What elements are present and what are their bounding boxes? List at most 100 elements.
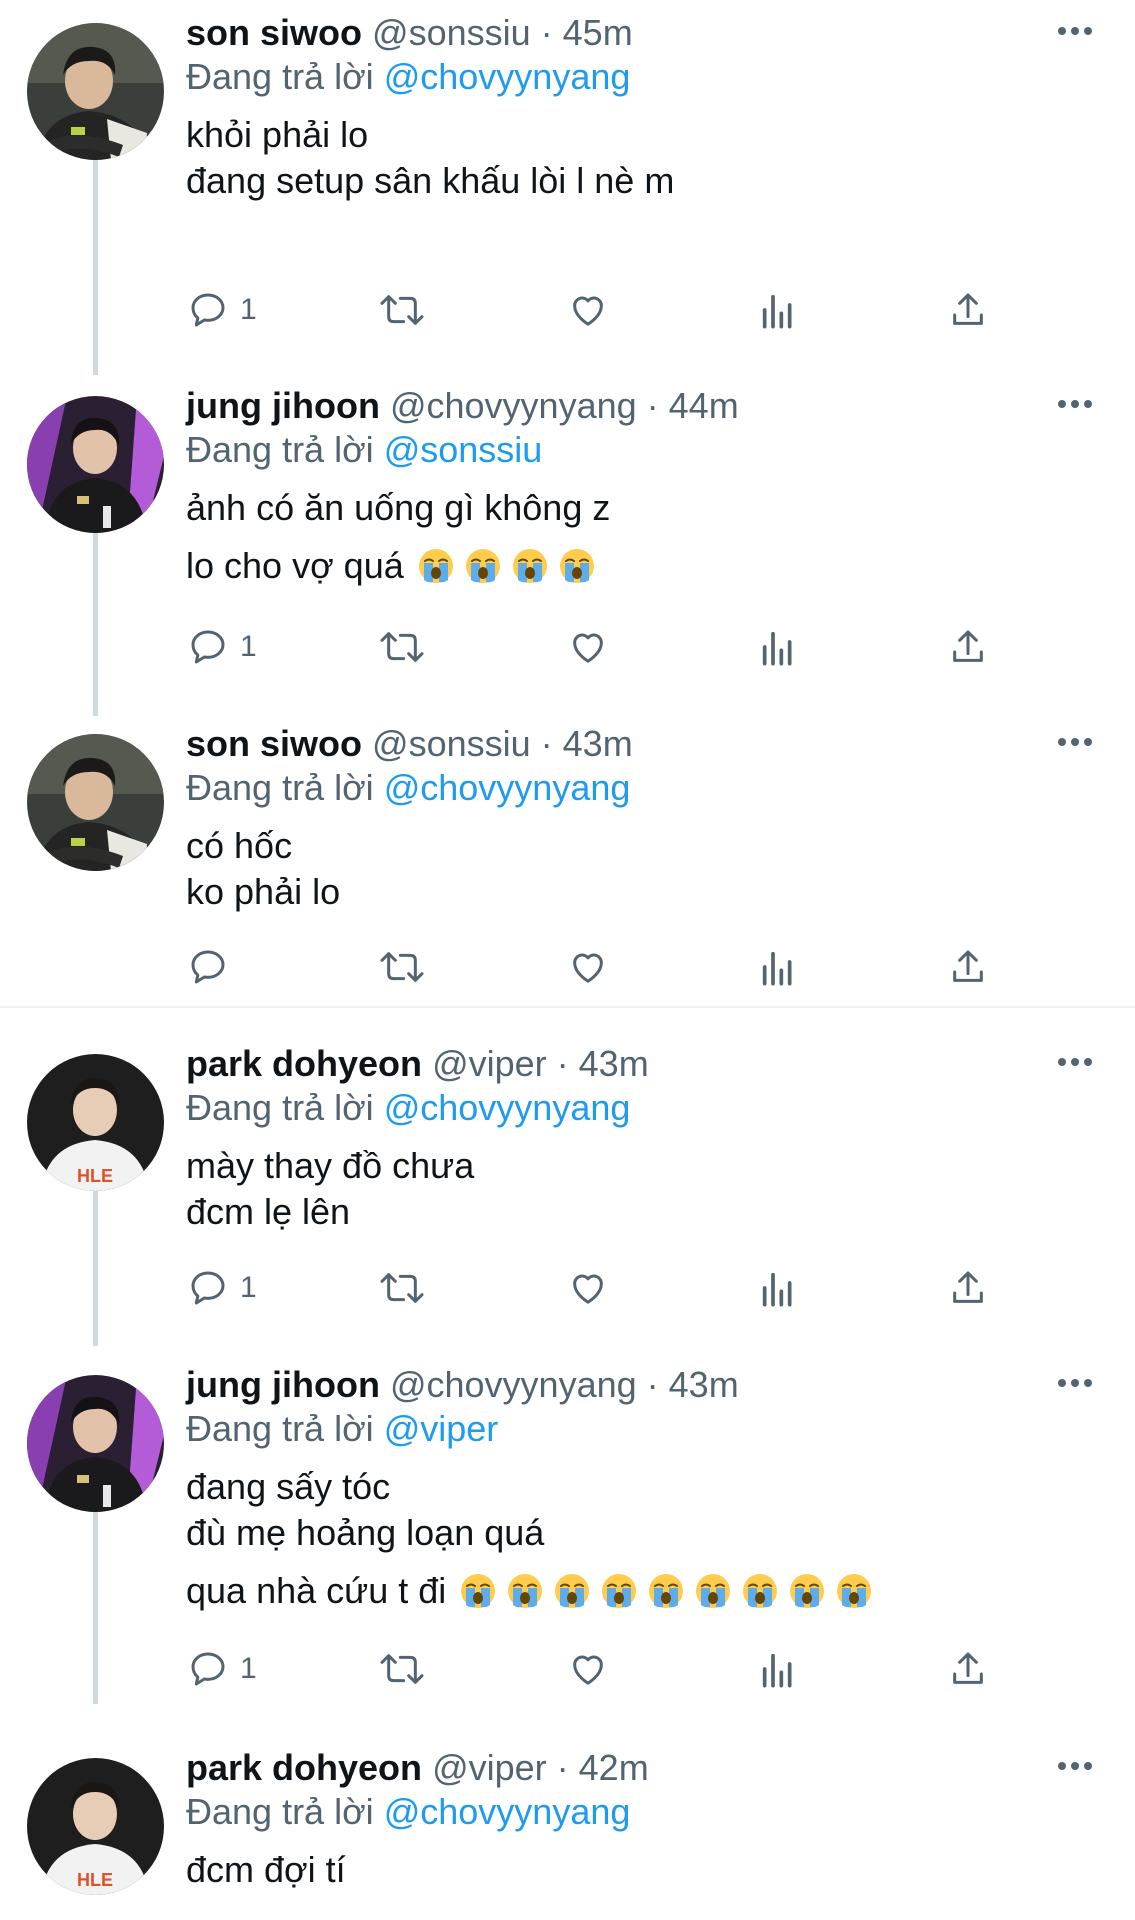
retweet-icon [380,632,424,662]
analytics-icon [762,1653,792,1688]
retweet-icon [380,1273,424,1303]
svg-text:HLE: HLE [77,1870,113,1890]
display-name[interactable]: jung jihoon [186,1364,380,1405]
thread-divider [0,1006,1135,1008]
timestamp[interactable]: · 45m [541,12,633,53]
retweet-icon [380,952,424,982]
tweet-text-line: đang setup sân khấu lòi l nè m [186,160,675,201]
analytics-button[interactable] [760,1639,796,1699]
timestamp[interactable]: · 43m [541,723,633,764]
avatar-jung-jihoon[interactable] [27,1375,164,1512]
loudly-crying-face-icon [790,1574,825,1608]
tweet-text-segment: lo cho vợ quá [186,545,404,586]
analytics-button[interactable] [760,617,796,677]
avatar-jung-jihoon[interactable] [27,396,164,533]
display-name[interactable]: son siwoo [186,723,362,764]
timestamp[interactable]: · 43m [647,1364,739,1405]
share-button[interactable] [948,937,988,997]
tweet-text: khỏi phải lo đang setup sân khấu lòi l n… [186,112,1095,204]
reply-button[interactable]: 1 [188,280,257,340]
loudly-crying-face-icon [418,549,453,583]
replying-to: Đang trả lời @chovyynyang [186,1085,1095,1131]
mention-link[interactable]: @chovyynyang [384,1087,631,1128]
svg-text:HLE: HLE [77,1166,113,1186]
display-name[interactable]: park dohyeon [186,1747,422,1788]
loudly-crying-face-icon [508,1574,543,1608]
heart-icon [573,953,603,983]
like-button[interactable] [567,1258,609,1318]
display-name[interactable]: jung jihoon [186,385,380,426]
share-button[interactable] [948,280,988,340]
share-icon [953,1652,983,1684]
mention-link[interactable]: @sonssiu [384,429,543,470]
retweet-button[interactable] [378,937,426,997]
replying-to: Đang trả lời @chovyynyang [186,1789,1095,1835]
like-button[interactable] [567,1639,609,1699]
analytics-button[interactable] [760,937,796,997]
loudly-crying-face-icon [743,1574,778,1608]
share-button[interactable] [948,617,988,677]
avatar-son-siwoo[interactable] [27,23,164,160]
tweet-text: đcm đợi tí [186,1847,1095,1893]
user-handle[interactable]: @viper [432,1747,547,1788]
like-button[interactable] [567,937,609,997]
like-button[interactable] [567,280,609,340]
reply-icon [191,1652,225,1686]
loudly-crying-face-icon [649,1574,684,1608]
loudly-crying-face-icon [696,1574,731,1608]
tweet-text-line: ko phải lo [186,871,341,912]
retweet-icon [380,1654,424,1684]
timestamp[interactable]: · 44m [647,385,739,426]
share-button[interactable] [948,1639,988,1699]
user-handle[interactable]: @chovyynyang [390,385,637,426]
mention-link[interactable]: @chovyynyang [384,56,631,97]
mention-link[interactable]: @chovyynyang [384,767,631,808]
avatar-park-dohyeon[interactable]: HLE [27,1758,164,1895]
retweet-button[interactable] [378,1639,426,1699]
timestamp[interactable]: · 43m [557,1043,649,1084]
loudly-crying-face-icon [559,549,594,583]
loudly-crying-face-icon [512,549,547,583]
tweet-text-line: đcm đợi tí [186,1849,346,1890]
user-handle[interactable]: @chovyynyang [390,1364,637,1405]
analytics-button[interactable] [760,1258,796,1318]
loudly-crying-face-icon [602,1574,637,1608]
user-handle[interactable]: @viper [432,1043,547,1084]
loudly-crying-face-icon [837,1574,872,1608]
like-button[interactable] [567,617,609,677]
timestamp[interactable]: · 42m [557,1747,649,1788]
analytics-button[interactable] [760,280,796,340]
share-icon [953,1271,983,1303]
reply-button[interactable]: 1 [188,1258,257,1318]
share-button[interactable] [948,1258,988,1318]
tweet[interactable]: HLE park dohyeon @viper · 42m Đang trả l… [0,1735,1135,1920]
tweet-header: park dohyeon @viper · 43m [186,1043,1095,1085]
analytics-icon [762,631,792,666]
tweet-header: son siwoo @sonssiu · 45m [186,12,1095,54]
share-icon [953,950,983,982]
tweet-actions [0,937,1135,997]
display-name[interactable]: park dohyeon [186,1043,422,1084]
user-handle[interactable]: @sonssiu [372,12,531,53]
tweet-text: mày thay đồ chưa đcm lẹ lên [186,1143,1095,1235]
analytics-icon [762,294,792,329]
reply-count: 1 [240,630,257,663]
reply-button[interactable]: 1 [188,617,257,677]
user-handle[interactable]: @sonssiu [372,723,531,764]
tweet-text-line: đù mẹ hoảng loạn quá [186,1512,545,1553]
retweet-button[interactable] [378,617,426,677]
reply-button[interactable]: 1 [188,1639,257,1699]
reply-button[interactable] [188,937,240,997]
avatar-son-siwoo[interactable] [27,734,164,871]
heart-icon [573,633,603,663]
display-name[interactable]: son siwoo [186,12,362,53]
avatar-park-dohyeon[interactable]: HLE [27,1054,164,1191]
retweet-button[interactable] [378,1258,426,1318]
share-icon [953,293,983,325]
retweet-button[interactable] [378,280,426,340]
reply-icon [191,1271,225,1305]
tweet[interactable]: jung jihoon @chovyynyang · 43m Đang trả … [0,1352,1135,1672]
reply-prefix: Đang trả lời [186,1791,374,1832]
mention-link[interactable]: @chovyynyang [384,1791,631,1832]
mention-link[interactable]: @viper [384,1408,499,1449]
